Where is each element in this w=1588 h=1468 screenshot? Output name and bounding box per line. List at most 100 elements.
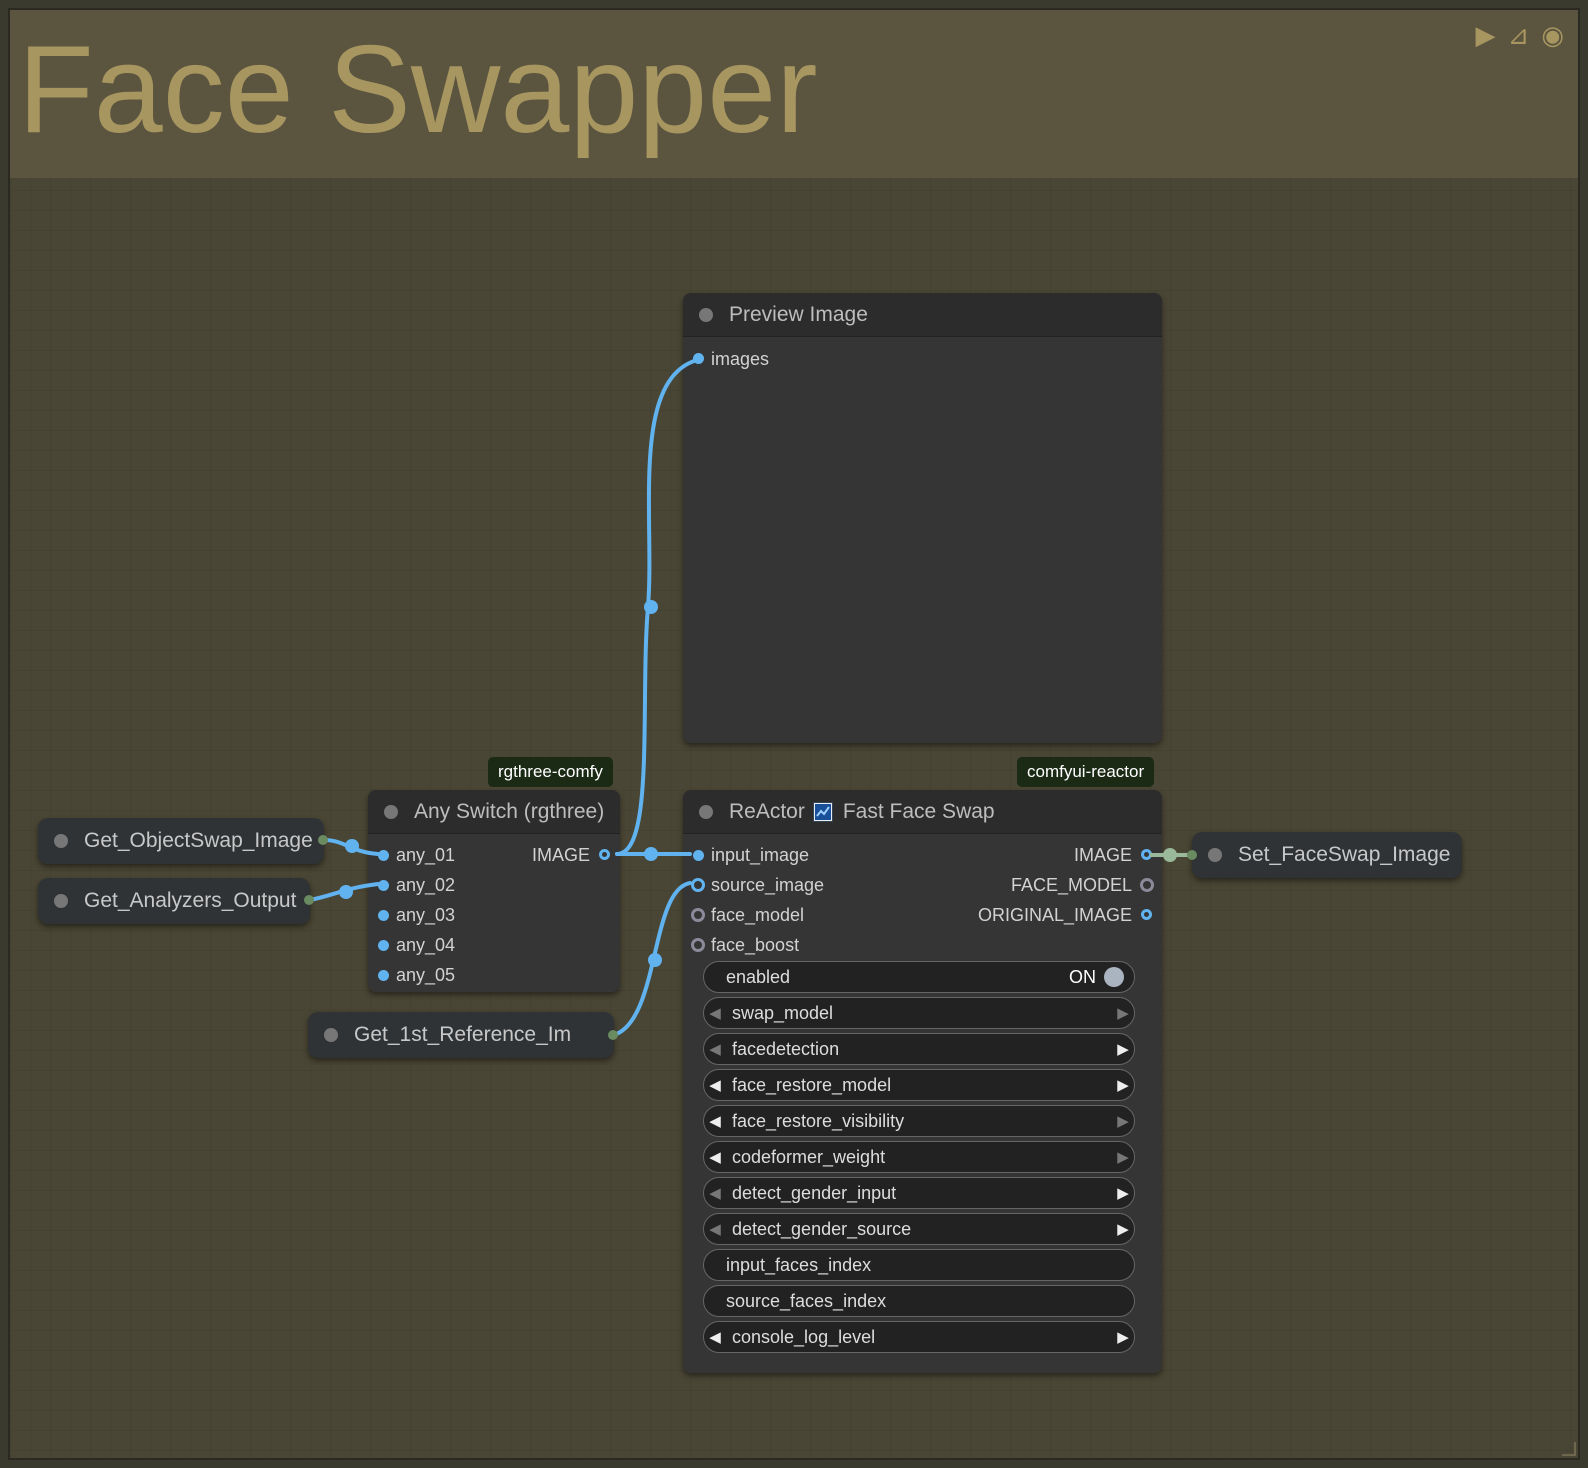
input-label: any_05 <box>396 965 456 985</box>
arrow-right-icon[interactable]: ▶ <box>1112 1040 1134 1058</box>
widget-label: codeformer_weight <box>732 1146 886 1167</box>
widget-detect-gender-source[interactable]: ◀ detect_gender_source ▶ <box>703 1213 1135 1245</box>
reactor-fast-face-swap-node[interactable]: ReActor Fast Face Swap input_image sourc… <box>683 790 1162 1373</box>
widget-label: input_faces_index <box>726 1254 872 1275</box>
get-node-analyzers-output[interactable]: Get_Analyzers_Output <box>38 878 310 924</box>
node-title-bar[interactable]: Preview Image <box>683 293 1162 337</box>
input-label: face_boost <box>711 935 800 955</box>
widget-face-restore-visibility[interactable]: ◀ face_restore_visibility ▶ <box>703 1105 1135 1137</box>
input-slot-any-02[interactable] <box>378 880 389 891</box>
play-icon[interactable]: ▶ <box>1476 22 1496 48</box>
group-title: Face Swapper <box>18 21 818 159</box>
group-toolbar: ▶ ⊿ ◉ <box>1476 22 1564 48</box>
node-title-bar[interactable]: Any Switch (rgthree) <box>368 790 620 834</box>
input-slot-face-model[interactable] <box>691 908 705 922</box>
output-slot-face-model[interactable] <box>1140 878 1154 892</box>
set-node-label: Set_FaceSwap_Image <box>1238 843 1451 866</box>
badge-comfyui-reactor: comfyui-reactor <box>1017 757 1155 787</box>
arrow-left-icon[interactable]: ◀ <box>704 1184 726 1202</box>
input-label: any_01 <box>396 845 456 865</box>
input-label-images: images <box>711 349 770 369</box>
arrow-right-icon[interactable]: ▶ <box>1112 1004 1134 1022</box>
widget-console-log-level[interactable]: ◀ console_log_level ▶ <box>703 1321 1135 1353</box>
group-header[interactable]: Face Swapper ▶ ⊿ ◉ <box>10 10 1578 178</box>
widget-label: swap_model <box>732 1002 834 1023</box>
widget-label: enabled <box>726 966 791 987</box>
input-slot-images[interactable] <box>693 353 704 364</box>
input-label: any_02 <box>396 875 456 895</box>
widget-enabled-toggle[interactable]: enabled ON <box>703 961 1135 993</box>
input-slot-face-boost[interactable] <box>691 938 705 952</box>
input-slot-any-05[interactable] <box>378 970 389 981</box>
widget-label: console_log_level <box>732 1326 876 1347</box>
widget-label: detect_gender_input <box>732 1182 897 1203</box>
any-switch-node[interactable]: Any Switch (rgthree) any_01 any_02 any_0… <box>368 790 620 992</box>
workflow-canvas[interactable]: Face Swapper ▶ ⊿ ◉ Preview Image images … <box>0 0 1588 1468</box>
arrow-left-icon[interactable]: ◀ <box>704 1076 726 1094</box>
input-label: any_03 <box>396 905 456 925</box>
node-title-bar[interactable]: ReActor Fast Face Swap <box>683 790 1162 834</box>
arrow-left-icon[interactable]: ◀ <box>704 1148 726 1166</box>
node-title-prefix: ReActor <box>729 799 805 823</box>
node-title: Any Switch (rgthree) <box>414 799 605 823</box>
input-slot-input-image[interactable] <box>693 850 704 861</box>
output-label-original-image: ORIGINAL_IMAGE <box>977 905 1132 925</box>
output-label-face-model: FACE_MODEL <box>1010 875 1132 895</box>
arrow-right-icon[interactable]: ▶ <box>1112 1076 1134 1094</box>
collapse-dot-icon[interactable] <box>1208 848 1222 862</box>
widget-label: face_restore_model <box>732 1074 892 1095</box>
arrow-left-icon[interactable]: ◀ <box>704 1112 726 1130</box>
input-slot-source-image[interactable] <box>691 878 705 892</box>
output-slot-original-image[interactable] <box>1141 909 1152 920</box>
input-label: any_04 <box>396 935 456 955</box>
output-slot-image[interactable] <box>1141 849 1152 860</box>
badge-rgthree-comfy: rgthree-comfy <box>488 757 613 787</box>
get-node-1st-reference[interactable]: Get_1st_Reference_Im <box>308 1012 614 1058</box>
input-label: face_model <box>711 905 805 925</box>
input-label: input_image <box>711 845 810 865</box>
widget-label: source_faces_index <box>726 1290 887 1311</box>
get-node-label: Get_1st_Reference_Im <box>354 1023 572 1046</box>
get-node-objectswap-image[interactable]: Get_ObjectSwap_Image <box>38 818 324 864</box>
widget-source-faces-index[interactable]: source_faces_index <box>703 1285 1135 1317</box>
output-label-image: IMAGE <box>1073 845 1132 865</box>
collapse-dot-icon[interactable] <box>699 804 713 819</box>
preview-image-node[interactable]: Preview Image images <box>683 293 1162 743</box>
eye-icon[interactable]: ◉ <box>1541 22 1564 48</box>
arrow-right-icon[interactable]: ▶ <box>1112 1184 1134 1202</box>
group-resize-handle[interactable] <box>1562 1442 1576 1456</box>
output-label-image: IMAGE <box>531 845 590 865</box>
widget-facedetection[interactable]: ◀ facedetection ▶ <box>703 1033 1135 1065</box>
widget-label: detect_gender_source <box>732 1218 912 1239</box>
widget-label: face_restore_visibility <box>732 1110 905 1131</box>
widget-codeformer-weight[interactable]: ◀ codeformer_weight ▶ <box>703 1141 1135 1173</box>
collapse-dot-icon[interactable] <box>384 804 398 819</box>
widget-input-faces-index[interactable]: input_faces_index <box>703 1249 1135 1281</box>
widget-detect-gender-input[interactable]: ◀ detect_gender_input ▶ <box>703 1177 1135 1209</box>
arrow-left-icon[interactable]: ◀ <box>704 1004 726 1022</box>
arrow-right-icon[interactable]: ▶ <box>1112 1148 1134 1166</box>
arrow-left-icon[interactable]: ◀ <box>704 1040 726 1058</box>
output-slot-image[interactable] <box>599 849 610 860</box>
input-label: source_image <box>711 875 825 895</box>
collapse-dot-icon[interactable] <box>699 307 713 322</box>
toggle-knob-icon[interactable] <box>1104 967 1124 987</box>
widget-swap-model[interactable]: ◀ swap_model ▶ <box>703 997 1135 1029</box>
input-slot-any-04[interactable] <box>378 940 389 951</box>
collapse-dot-icon[interactable] <box>54 894 68 908</box>
arrow-left-icon[interactable]: ◀ <box>704 1220 726 1238</box>
arrow-right-icon[interactable]: ▶ <box>1112 1220 1134 1238</box>
get-node-label: Get_Analyzers_Output <box>84 889 297 912</box>
input-slot-any-01[interactable] <box>378 850 389 861</box>
widget-face-restore-model[interactable]: ◀ face_restore_model ▶ <box>703 1069 1135 1101</box>
arrow-right-icon[interactable]: ▶ <box>1112 1112 1134 1130</box>
collapse-dot-icon[interactable] <box>324 1028 338 1042</box>
node-title-suffix: Fast Face Swap <box>842 799 995 823</box>
arrow-left-icon[interactable]: ◀ <box>704 1328 726 1346</box>
pin-icon[interactable]: ⊿ <box>1508 22 1530 48</box>
collapse-dot-icon[interactable] <box>54 834 68 848</box>
widget-label: facedetection <box>732 1038 840 1059</box>
set-node-faceswap-image[interactable]: Set_FaceSwap_Image <box>1192 832 1462 878</box>
arrow-right-icon[interactable]: ▶ <box>1112 1328 1134 1346</box>
input-slot-any-03[interactable] <box>378 910 389 921</box>
